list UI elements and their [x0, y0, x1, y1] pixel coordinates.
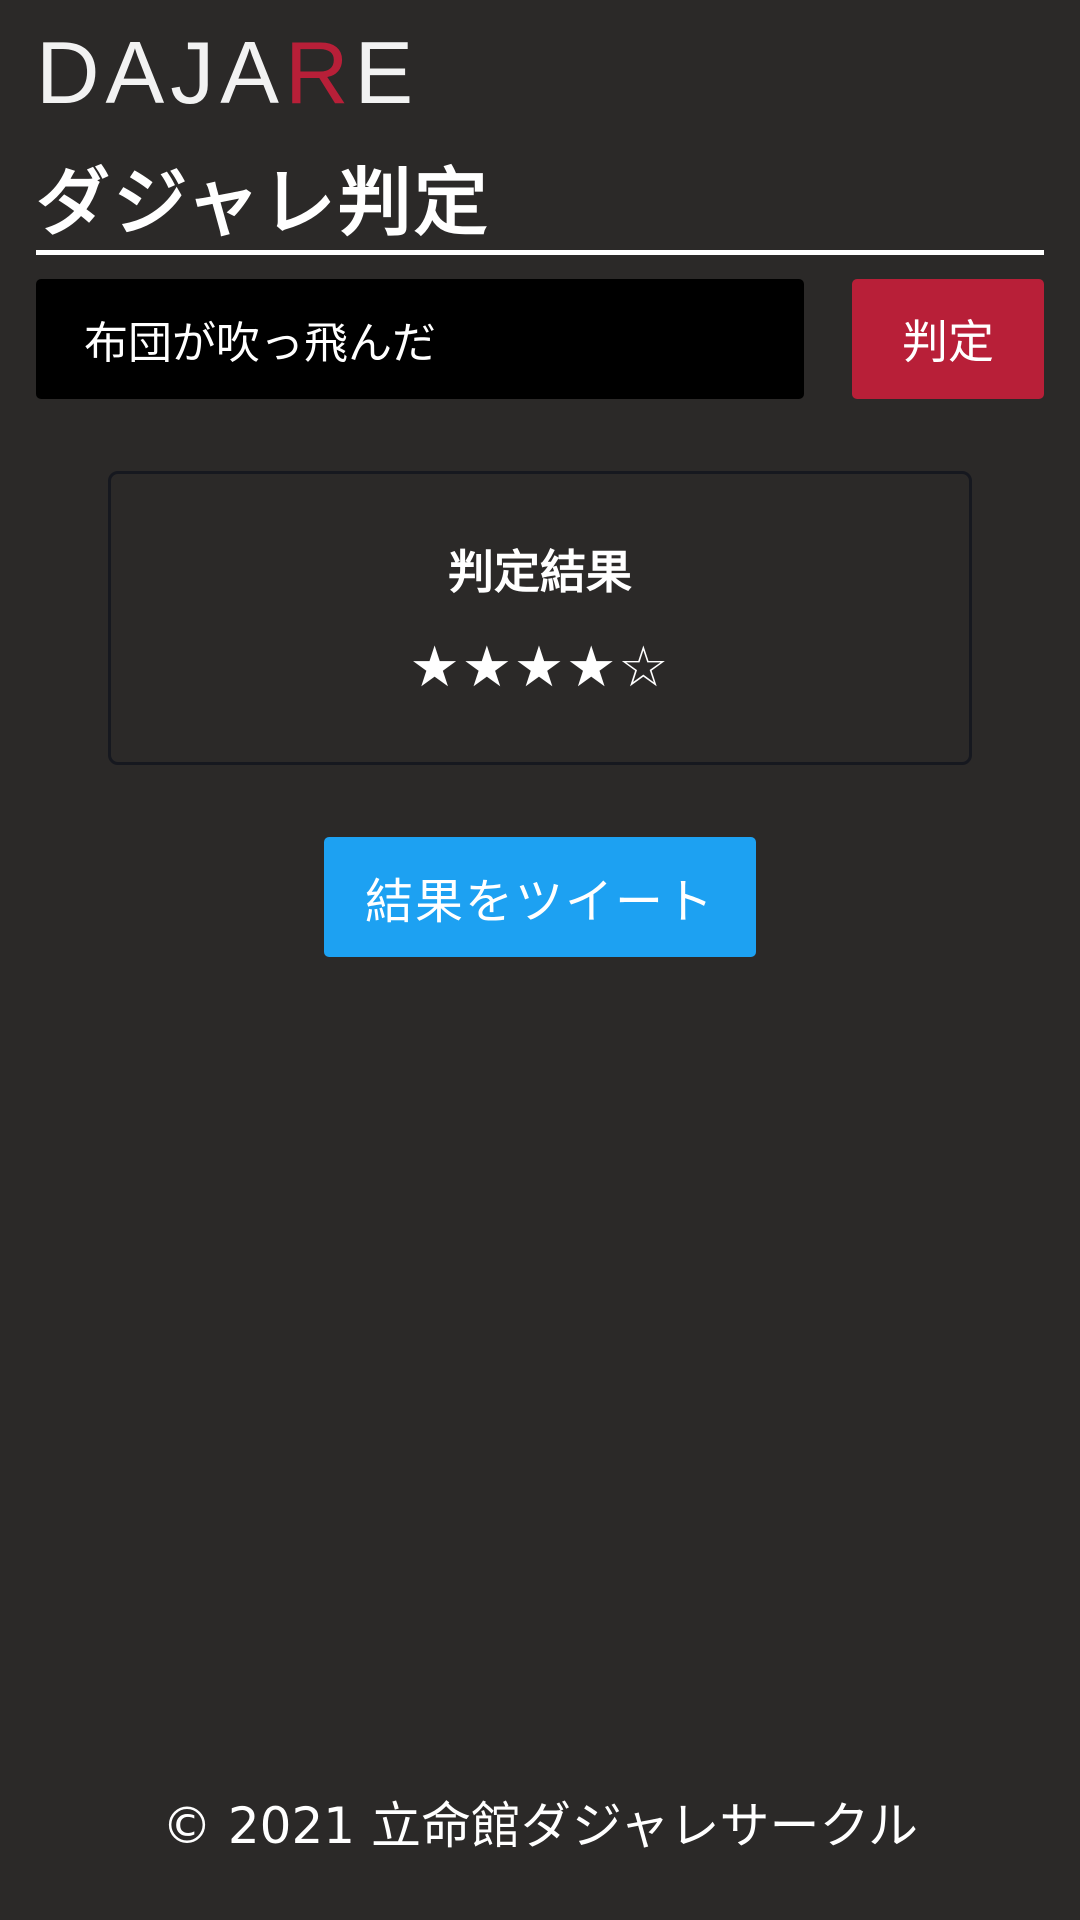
- result-title: 判定結果: [448, 545, 632, 599]
- site-logo[interactable]: DAJARE: [36, 29, 419, 117]
- logo-text-main: DAJA: [36, 23, 285, 122]
- result-panel: 判定結果 ★★★★☆: [108, 471, 972, 765]
- dajare-input[interactable]: [36, 279, 804, 399]
- logo-text-accent: R: [284, 23, 355, 122]
- logo-text-end: E: [354, 23, 420, 122]
- judge-button[interactable]: 判定: [852, 279, 1044, 399]
- tweet-result-button[interactable]: 結果をツイート: [324, 837, 756, 957]
- footer-copyright: © 2021 立命館ダジャレサークル: [161, 1797, 919, 1855]
- page-title: ダジャレ判定: [36, 158, 1044, 255]
- star-rating: ★★★★☆: [409, 635, 671, 700]
